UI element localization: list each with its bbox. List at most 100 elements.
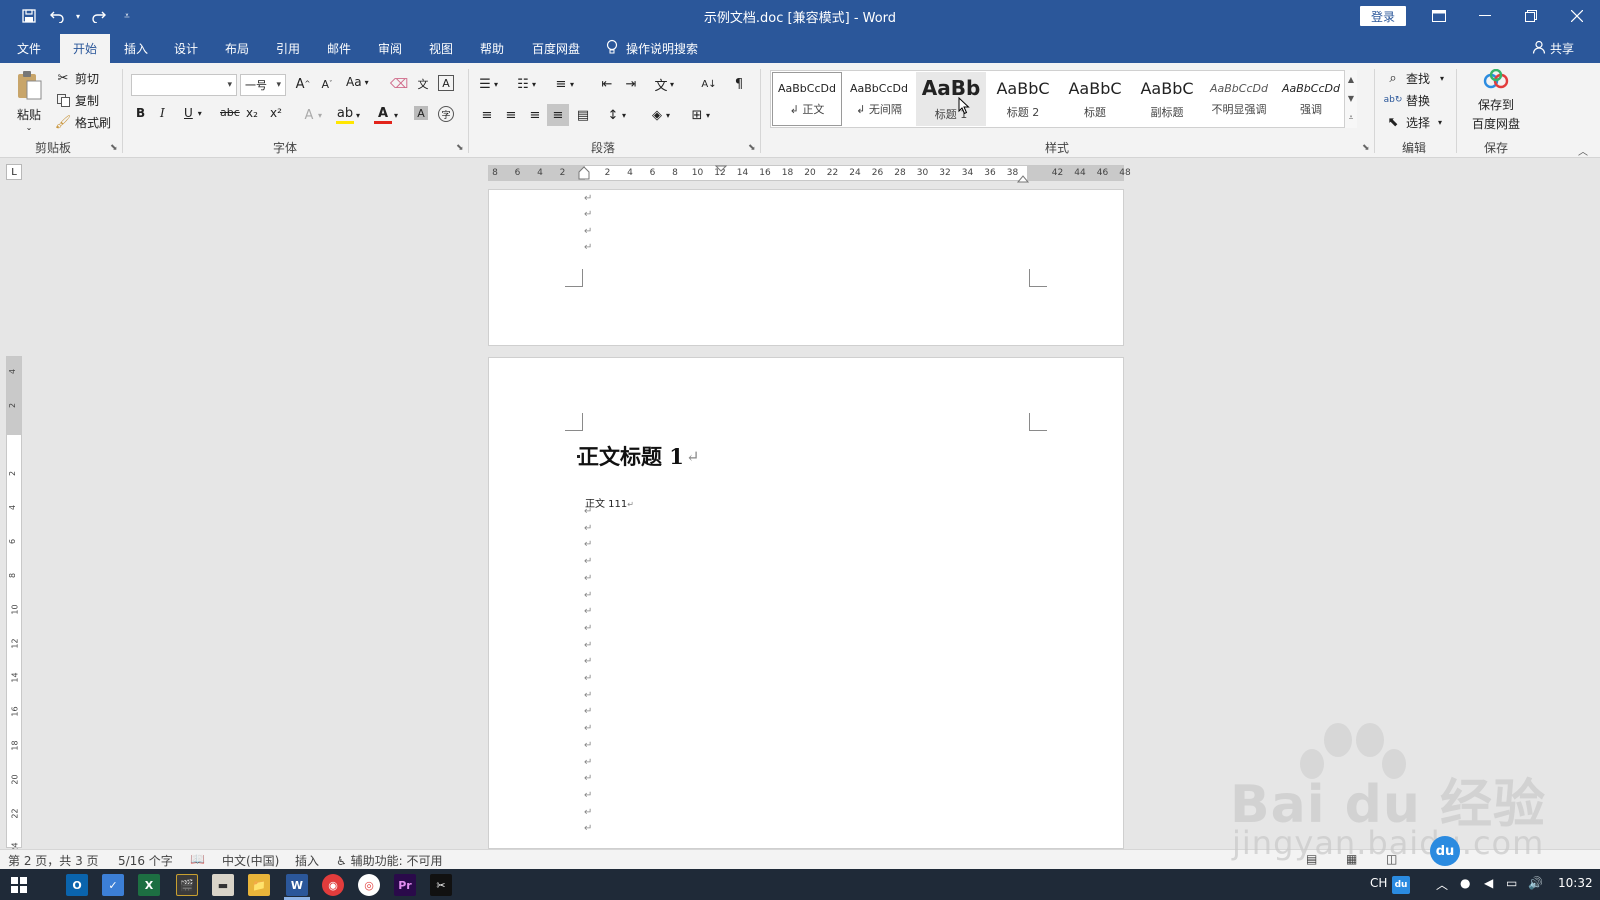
bullets-button[interactable]: ☰ ▾ xyxy=(476,75,498,93)
change-case-button[interactable]: Aa ▾ xyxy=(346,75,369,89)
increase-indent-button[interactable]: ⇥ xyxy=(622,75,640,93)
grow-font-button[interactable]: A ^ xyxy=(294,75,312,93)
font-color-button[interactable]: A ▾ xyxy=(374,106,398,124)
phonetic-guide-button[interactable]: 文 xyxy=(414,75,432,93)
first-line-indent-marker[interactable] xyxy=(578,166,590,183)
paste-button[interactable]: 粘贴 ⌄ xyxy=(14,69,44,132)
subscript-button[interactable]: x₂ xyxy=(246,106,258,120)
cut-button[interactable]: ✂ 剪切 xyxy=(54,69,99,87)
bold-button[interactable]: B xyxy=(136,106,145,120)
underline-button[interactable]: U ▾ xyxy=(184,106,202,120)
right-indent-marker[interactable] xyxy=(1016,172,1030,186)
capcut-icon[interactable]: ✂ xyxy=(430,874,452,896)
language-status[interactable]: 中文(中国) xyxy=(222,852,279,869)
justify-button[interactable]: ≡ xyxy=(547,104,569,126)
tab-stop-marker[interactable] xyxy=(714,162,728,176)
strikethrough-button[interactable]: abc xyxy=(220,106,240,119)
share-button[interactable]: 共享 xyxy=(1532,34,1574,63)
style-emphasis[interactable]: AaBbCcDd 强调 xyxy=(1276,72,1346,126)
collapse-ribbon-icon[interactable]: ︿ xyxy=(1578,143,1588,158)
vertical-ruler[interactable]: 4 2 2 4 6 8 10 12 14 16 18 20 22 24 xyxy=(6,356,22,853)
text-effects-button[interactable]: A ▾ xyxy=(300,106,322,124)
redo-icon[interactable] xyxy=(88,5,110,27)
document-page-1[interactable]: ↵ ↵ ↵ ↵ xyxy=(488,189,1124,346)
tab-file[interactable]: 文件 xyxy=(8,34,50,63)
customize-qat-icon[interactable]: ⩡ xyxy=(116,5,138,27)
multilevel-list-button[interactable]: ≡ ▾ xyxy=(552,75,574,93)
undo-dropdown-icon[interactable]: ▾ xyxy=(74,5,82,27)
chrome-icon[interactable]: ◎ xyxy=(358,874,380,896)
ime-indicator[interactable]: CH xyxy=(1370,876,1387,890)
shading-button[interactable]: ◈ ▾ xyxy=(648,106,670,124)
insert-mode-status[interactable]: 插入 xyxy=(295,852,319,869)
save-to-baidu-button[interactable]: 保存到 百度网盘 xyxy=(1464,68,1528,132)
find-button[interactable]: ⌕ 查找 ▾ xyxy=(1384,69,1444,87)
page-count-status[interactable]: 第 2 页，共 3 页 xyxy=(8,852,99,869)
volume-icon[interactable]: 🔊 xyxy=(1528,876,1543,890)
align-left-button[interactable]: ≡ xyxy=(478,106,496,124)
gallery-down-icon[interactable]: ▼ xyxy=(1348,94,1354,103)
windows-start-icon[interactable] xyxy=(8,874,30,896)
font-launcher-icon[interactable]: ⬊ xyxy=(456,143,464,153)
superscript-button[interactable]: x² xyxy=(270,106,282,120)
align-right-button[interactable]: ≡ xyxy=(526,106,544,124)
document-heading[interactable]: 正文标题 1 ↵ xyxy=(578,441,699,471)
tab-home[interactable]: 开始 xyxy=(60,34,110,63)
tab-view[interactable]: 视图 xyxy=(421,34,461,63)
show-marks-button[interactable]: ¶ xyxy=(730,75,748,93)
tab-selector-icon[interactable]: L xyxy=(6,164,22,180)
sort-button[interactable]: A↓ xyxy=(700,75,718,93)
style-heading-2[interactable]: AaBbC 标题 2 xyxy=(988,72,1058,126)
clipboard-launcher-icon[interactable]: ⬊ xyxy=(110,143,118,153)
line-spacing-button[interactable]: ↕ ▾ xyxy=(604,106,626,124)
tab-design[interactable]: 设计 xyxy=(166,34,206,63)
mail-app-icon[interactable]: ✓ xyxy=(102,874,124,896)
select-button[interactable]: ⬉ 选择 ▾ xyxy=(1384,113,1442,131)
borders-button[interactable]: ⊞ ▾ xyxy=(688,106,710,124)
excel-icon[interactable]: X xyxy=(138,874,160,896)
decrease-indent-button[interactable]: ⇤ xyxy=(598,75,616,93)
tab-layout[interactable]: 布局 xyxy=(217,34,257,63)
enclose-characters-button[interactable]: 字 xyxy=(438,106,454,122)
gallery-more-icon[interactable]: ⩡ xyxy=(1349,113,1354,123)
undo-icon[interactable] xyxy=(46,5,68,27)
proofing-icon[interactable]: 📖 xyxy=(190,852,205,866)
horizontal-ruler[interactable]: 8 6 4 2 2 4 6 8 10 12 14 16 18 20 22 24 26 28 30 32 34 36 38 42… xyxy=(488,162,1131,183)
close-icon[interactable] xyxy=(1554,0,1600,32)
login-button[interactable]: 登录 xyxy=(1360,6,1406,26)
distributed-button[interactable]: ▤ xyxy=(574,106,592,124)
tab-review[interactable]: 审阅 xyxy=(370,34,410,63)
clear-formatting-button[interactable]: ⌫ xyxy=(390,75,408,93)
replace-button[interactable]: ab↻ 替换 xyxy=(1384,91,1430,109)
style-no-spacing[interactable]: AaBbCcDd ↲ 无间隔 xyxy=(844,72,914,126)
italic-button[interactable]: I xyxy=(160,106,165,120)
minimize-icon[interactable] xyxy=(1462,0,1508,32)
document-page-2[interactable]: 正文标题 1 ↵ 正文 111↵ ↵ ↵ ↵ ↵ ↵ ↵ ↵ ↵ ↵ ↵ ↵ ↵ ↵ ↵ ↵ ↵ ↵ ↵ ↵ ↵ xyxy=(488,357,1124,849)
styles-launcher-icon[interactable]: ⬊ xyxy=(1362,143,1370,153)
notes-app-icon[interactable]: ▬ xyxy=(212,874,234,896)
tray-app-icon[interactable]: ● xyxy=(1460,876,1470,890)
outlook-icon[interactable]: O xyxy=(66,874,88,896)
shrink-font-button[interactable]: Aˇ xyxy=(318,75,336,93)
word-count-status[interactable]: 5/16 个字 xyxy=(118,852,173,869)
copy-button[interactable]: 复制 xyxy=(54,91,99,109)
highlight-button[interactable]: ab ▾ xyxy=(336,106,360,124)
style-subtitle[interactable]: AaBbC 副标题 xyxy=(1132,72,1202,126)
tell-me-search[interactable]: 操作说明搜索 xyxy=(606,34,698,63)
clock[interactable]: 10:32 xyxy=(1558,876,1593,890)
format-painter-button[interactable]: 🖌 格式刷 xyxy=(54,113,111,131)
save-icon[interactable] xyxy=(18,5,40,27)
premiere-icon[interactable]: Pr xyxy=(394,874,416,896)
speaker-muted-icon[interactable]: ◀ xyxy=(1484,876,1493,890)
character-border-button[interactable]: A xyxy=(438,75,454,91)
paragraph-launcher-icon[interactable]: ⬊ xyxy=(748,143,756,153)
gallery-up-icon[interactable]: ▲ xyxy=(1348,75,1354,84)
tab-mailings[interactable]: 邮件 xyxy=(319,34,359,63)
baidu-ime-icon[interactable]: du xyxy=(1392,876,1410,894)
style-subtle-emphasis[interactable]: AaBbCcDd 不明显强调 xyxy=(1204,72,1274,126)
tab-help[interactable]: 帮助 xyxy=(472,34,512,63)
word-icon[interactable]: W xyxy=(286,874,308,896)
style-title[interactable]: AaBbC 标题 xyxy=(1060,72,1130,126)
tab-references[interactable]: 引用 xyxy=(268,34,308,63)
style-normal[interactable]: AaBbCcDd ↲ 正文 xyxy=(772,72,842,126)
